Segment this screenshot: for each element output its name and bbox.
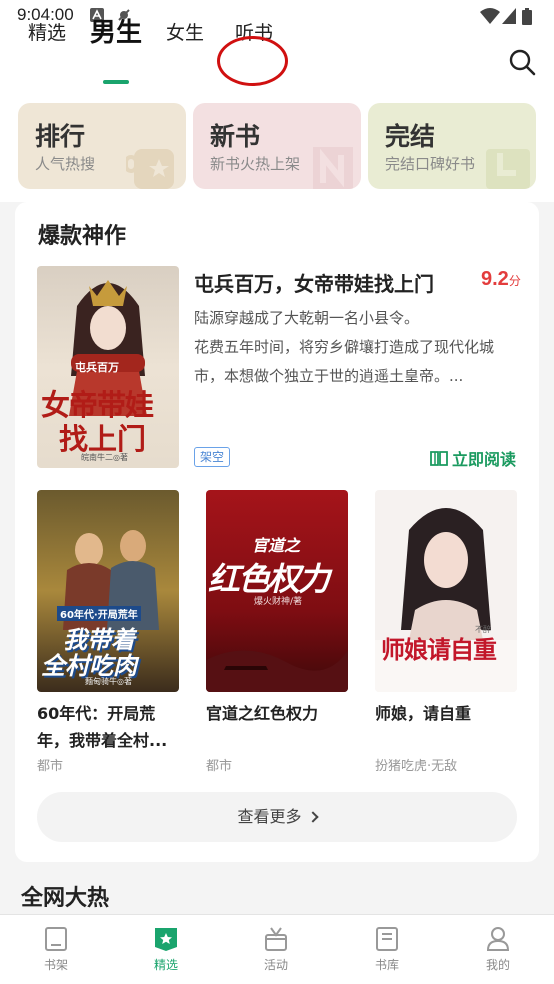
nav-item-profile[interactable]: 我的 bbox=[458, 925, 538, 973]
category-subtitle: 新书火热上架 bbox=[210, 155, 301, 173]
book-title-line: 年，我带着全村... bbox=[37, 731, 168, 750]
nav-item-featured[interactable]: 精选 bbox=[126, 925, 206, 973]
view-more-button[interactable]: 查看更多 bbox=[37, 792, 517, 842]
book-card[interactable]: 师娘请自重 不醉 师娘，请自重 扮猪吃虎·无敌 bbox=[375, 490, 517, 774]
signal-icon bbox=[502, 8, 516, 24]
status-bar: 9:04:00 bbox=[0, 0, 554, 30]
score-value: 9.2 bbox=[481, 268, 509, 290]
completed-book-icon bbox=[486, 149, 530, 189]
book-genre: 都市 bbox=[37, 759, 64, 774]
book-cover[interactable]: 60年代·开局荒年 我带着 全村吃肉 麵甸骑牛◎著 bbox=[37, 490, 179, 692]
category-title: 排行 bbox=[35, 122, 86, 151]
read-now-button[interactable]: 立即阅读 bbox=[430, 446, 516, 470]
new-badge-icon bbox=[313, 147, 353, 189]
nav-item-activity[interactable]: 活动 bbox=[236, 925, 316, 973]
score-unit: 分 bbox=[508, 274, 521, 288]
category-subtitle: 完结口碑好书 bbox=[385, 155, 476, 173]
book-genre: 扮猪吃虎·无敌 bbox=[375, 759, 458, 774]
active-tab-indicator bbox=[103, 80, 129, 84]
highlight-circle-annotation bbox=[217, 36, 288, 86]
cover-author: 爆火财神/著 bbox=[254, 597, 303, 607]
featured-book-description: 陆源穿越成了大乾朝一名小县令。 花费五年时间，将穷乡僻壤打造成了现代化城 市，本… bbox=[194, 304, 520, 391]
read-now-label: 立即阅读 bbox=[452, 450, 517, 469]
book-title-line: 60年代：开局荒 bbox=[37, 704, 156, 723]
cover-author: 麵甸骑牛◎著 bbox=[85, 677, 132, 686]
description-line: 花费五年时间，将穷乡僻壤打造成了现代化城 bbox=[194, 338, 495, 356]
nav-item-library[interactable]: 书库 bbox=[347, 925, 427, 973]
chevron-right-icon bbox=[306, 811, 319, 823]
nav-label: 活动 bbox=[263, 958, 288, 972]
bottom-navigation: 书架 精选 活动 书库 我的 bbox=[0, 914, 554, 984]
cover-text-top: 屯兵百万 bbox=[75, 361, 119, 374]
book-title[interactable]: 官道之红色权力 bbox=[206, 700, 346, 727]
category-card-new[interactable]: 新书 新书火热上架 bbox=[193, 103, 361, 189]
featured-star-icon bbox=[155, 928, 177, 951]
book-card[interactable]: 官道之 红色权力 爆火财神/著 官道之红色权力 都市 bbox=[206, 490, 348, 774]
book-card[interactable]: 60年代·开局荒年 我带着 全村吃肉 麵甸骑牛◎著 60年代：开局荒 年，我带着… bbox=[37, 490, 179, 774]
category-subtitle: 人气热搜 bbox=[35, 155, 96, 173]
gift-icon bbox=[265, 927, 287, 951]
bookshelf-icon bbox=[45, 927, 67, 951]
section-title: 爆款神作 bbox=[38, 223, 127, 249]
category-card-finished[interactable]: 完结 完结口碑好书 bbox=[368, 103, 536, 189]
book-title-line: 官道之红色权力 bbox=[206, 704, 319, 723]
nav-label: 我的 bbox=[485, 958, 510, 972]
category-title: 完结 bbox=[385, 122, 436, 151]
book-title[interactable]: 60年代：开局荒 年，我带着全村... bbox=[37, 700, 177, 754]
nav-label: 书架 bbox=[43, 958, 68, 972]
tab-featured[interactable]: 精选 bbox=[28, 18, 66, 45]
cover-text-1: 师娘请自重 bbox=[381, 635, 497, 664]
wifi-icon bbox=[480, 8, 500, 24]
featured-book-title[interactable]: 屯兵百万，女帝带娃找上门 bbox=[194, 268, 434, 297]
view-more-label: 查看更多 bbox=[237, 807, 302, 826]
trophy-cup-icon bbox=[126, 149, 174, 189]
nav-label: 精选 bbox=[153, 958, 178, 972]
category-card-ranking[interactable]: 排行 人气热搜 bbox=[18, 103, 186, 189]
book-cover[interactable]: 师娘请自重 不醉 bbox=[375, 490, 517, 692]
description-line: 市，本想做个独立于世的逍遥土皇帝。... bbox=[194, 367, 464, 385]
open-book-icon bbox=[430, 451, 448, 466]
book-title-line: 师娘，请自重 bbox=[375, 704, 472, 723]
book-cover[interactable]: 官道之 红色权力 爆火财神/著 bbox=[206, 490, 348, 692]
battery-icon bbox=[522, 8, 532, 25]
nav-item-bookshelf[interactable]: 书架 bbox=[16, 925, 96, 973]
nav-label: 书库 bbox=[374, 958, 399, 972]
genre-tag: 架空 bbox=[194, 447, 230, 467]
tab-female[interactable]: 女生 bbox=[166, 18, 204, 45]
description-line: 陆源穿越成了大乾朝一名小县令。 bbox=[194, 309, 420, 327]
cover-text-1: 60年代·开局荒年 bbox=[57, 606, 141, 621]
cover-text-1: 官道之 bbox=[252, 536, 301, 555]
featured-book-cover[interactable]: 屯兵百万 女帝带娃 找上门 皖南牛二◎著 bbox=[37, 266, 179, 468]
cover-author: 不醉 bbox=[475, 625, 491, 634]
section-title: 全网大热 bbox=[21, 885, 110, 911]
category-title: 新书 bbox=[210, 122, 261, 151]
book-title[interactable]: 师娘，请自重 bbox=[375, 700, 515, 727]
library-icon bbox=[376, 927, 398, 951]
search-icon[interactable] bbox=[508, 48, 536, 76]
tab-male[interactable]: 男生 bbox=[90, 12, 142, 49]
profile-icon bbox=[486, 927, 510, 951]
featured-book-score: 9.2分 bbox=[481, 268, 521, 291]
cover-author: 皖南牛二◎著 bbox=[81, 453, 128, 462]
book-genre: 都市 bbox=[206, 759, 233, 774]
